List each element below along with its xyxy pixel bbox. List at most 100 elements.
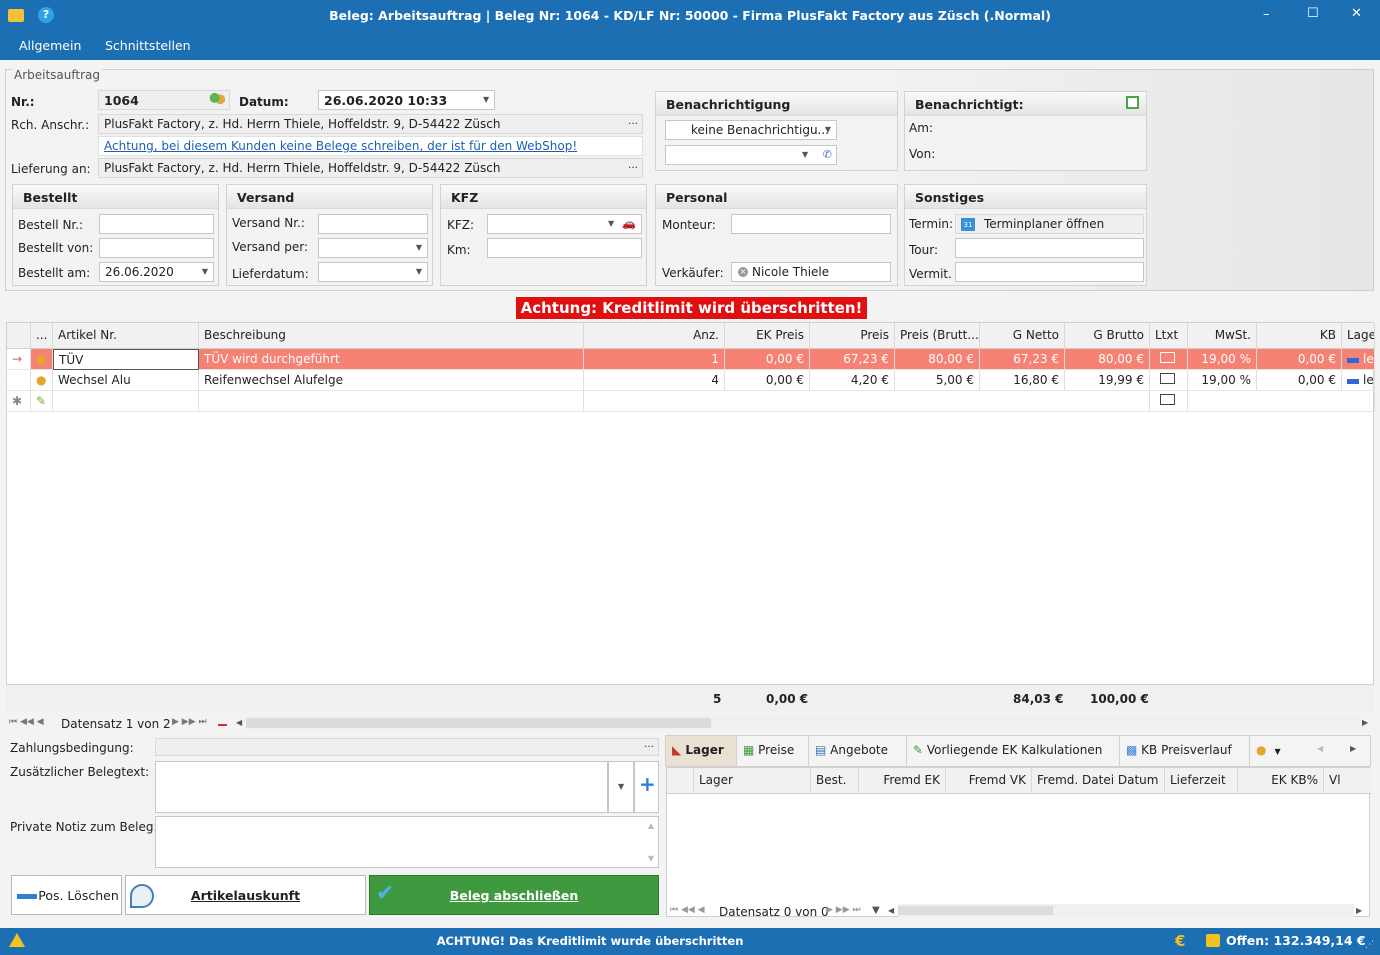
rch-more-icon[interactable]: … — [628, 116, 638, 127]
col-beschreibung[interactable]: Beschreibung — [199, 323, 584, 349]
table-row-kb[interactable]: 0,00 € — [1257, 370, 1342, 391]
col-lage[interactable]: Lage — [1342, 323, 1375, 349]
artikelauskunft-button[interactable]: Artikelauskunft — [125, 875, 366, 915]
table-row-mwst[interactable]: 19,00 % — [1188, 370, 1257, 391]
table-row-gbrutto[interactable]: 19,99 € — [1065, 370, 1150, 391]
table-row-kb[interactable]: 0,00 € — [1257, 349, 1342, 370]
lager-col-fremd-ek[interactable]: Fremd EK — [859, 768, 946, 794]
table-row-artikel[interactable]: Wechsel Alu — [53, 370, 199, 391]
tab-ek-kalkulationen[interactable]: ✎ Vorliegende EK Kalkulationen — [907, 736, 1120, 766]
vermit-field[interactable] — [955, 262, 1144, 282]
table-row-beschreibung[interactable]: TÜV wird durchgeführt — [199, 349, 584, 370]
table-row-mwst[interactable]: 19,00 % — [1188, 349, 1257, 370]
col-anz[interactable]: Anz. — [584, 323, 725, 349]
tab-scroll-right-icon[interactable]: ▶ — [1350, 744, 1356, 753]
zahlung-field[interactable]: … — [155, 738, 659, 756]
new-row-end[interactable] — [1188, 391, 1375, 412]
filter-icon[interactable]: ▼ — [872, 905, 880, 916]
phone-icon[interactable]: ✆ — [823, 148, 832, 161]
table-row-lage[interactable]: le — [1342, 370, 1375, 391]
menu-allgemein[interactable]: Allgemein — [19, 38, 81, 53]
scroll-right-icon[interactable]: ▶ — [1362, 718, 1368, 727]
lager-col-ek-kb[interactable]: EK KB% — [1238, 768, 1324, 794]
tab-more[interactable]: ● ▼ — [1250, 736, 1300, 766]
benachrichtigt-checkbox[interactable] — [1126, 96, 1139, 109]
col-preis-brutto[interactable]: Preis (Brutt... — [895, 323, 980, 349]
table-row-lage[interactable]: le — [1342, 349, 1375, 370]
zusatz-dropdown[interactable]: ▼ — [608, 761, 634, 813]
new-row-artikel[interactable] — [53, 391, 199, 412]
terminplaner-button[interactable]: 31 Terminplaner öffnen — [955, 214, 1144, 234]
col-kb[interactable]: KB — [1257, 323, 1342, 349]
table-row-gbrutto[interactable]: 80,00 € — [1065, 349, 1150, 370]
lieferdatum-field[interactable]: ▼ — [318, 262, 428, 282]
lager-col-fremd-vk[interactable]: Fremd VK — [946, 768, 1032, 794]
grid-navigator-first[interactable]: ⏮ ◀◀ ◀ — [9, 717, 44, 727]
webshop-warning-link[interactable]: Achtung, bei diesem Kunden keine Belege … — [98, 136, 643, 156]
table-row-beschreibung[interactable]: Reifenwechsel Alufelge — [199, 370, 584, 391]
lager-hscrollbar[interactable] — [898, 904, 1354, 917]
resize-grip-icon[interactable]: ⋰ — [1365, 940, 1374, 950]
pos-loeschen-button[interactable]: Pos. Löschen — [11, 875, 122, 915]
euro-icon[interactable]: € — [1175, 932, 1185, 950]
table-row-preis[interactable]: 67,23 € — [810, 349, 895, 370]
lager-scroll-right-icon[interactable]: ▶ — [1356, 906, 1362, 915]
col-ltxt[interactable]: Ltxt — [1150, 323, 1188, 349]
menu-schnittstellen[interactable]: Schnittstellen — [105, 38, 191, 53]
kfz-select[interactable]: ▼ 🚗 — [487, 214, 642, 234]
positions-grid[interactable]: ... Artikel Nr. Beschreibung Anz. EK Pre… — [6, 322, 1375, 702]
new-row-rest[interactable] — [584, 391, 1150, 412]
ltxt-icon[interactable] — [1150, 349, 1188, 370]
contacts-icon[interactable] — [209, 93, 225, 107]
col-mwst[interactable]: MwSt. — [1188, 323, 1257, 349]
ltxt-icon[interactable] — [1150, 391, 1188, 412]
tab-kb-preisverlauf[interactable]: ▩ KB Preisverlauf — [1120, 736, 1250, 766]
tab-lager[interactable]: ◣ Lager — [666, 736, 737, 766]
lager-navigator-first[interactable]: ⏮ ◀◀ ◀ — [670, 905, 705, 915]
more-icon[interactable]: … — [644, 739, 654, 750]
tab-preise[interactable]: ▦ Preise — [737, 736, 809, 766]
close-button[interactable]: ✕ — [1351, 6, 1362, 21]
scroll-left-icon[interactable]: ◀ — [236, 718, 242, 727]
table-row-ek[interactable]: 0,00 € — [725, 349, 810, 370]
bestellt-von-field[interactable] — [99, 238, 214, 258]
tab-scroll-left-icon[interactable]: ◀ — [1317, 744, 1323, 753]
col-ek-preis[interactable]: EK Preis — [725, 323, 810, 349]
benachrichtigung-contact-select[interactable]: ✆ ▼ — [665, 145, 837, 165]
benachrichtigung-select[interactable]: keine Benachrichtigu... ▼ — [665, 120, 837, 140]
notiz-textarea[interactable]: ▲ ▼ — [155, 816, 659, 868]
grid-hscrollbar[interactable] — [246, 716, 1364, 730]
table-row-anz[interactable]: 1 — [584, 349, 725, 370]
table-row-anz[interactable]: 4 — [584, 370, 725, 391]
versand-nr-field[interactable] — [318, 214, 428, 234]
table-row-artikel[interactable]: TÜV — [53, 349, 199, 370]
table-row-brutto[interactable]: 80,00 € — [895, 349, 980, 370]
bestell-nr-field[interactable] — [99, 214, 214, 234]
lager-col-best[interactable]: Best. — [811, 768, 859, 794]
verkaeufer-field[interactable]: × Nicole Thiele — [731, 262, 891, 282]
bestellt-am-field[interactable]: 26.06.2020 ▼ — [99, 262, 214, 282]
lager-col-vl[interactable]: Vl — [1324, 768, 1371, 794]
table-row-gnetto[interactable]: 67,23 € — [980, 349, 1065, 370]
scroll-up-icon[interactable]: ▲ — [648, 821, 654, 830]
rch-field[interactable]: PlusFakt Factory, z. Hd. Herrn Thiele, H… — [98, 114, 643, 134]
col-artikel-nr[interactable]: Artikel Nr. — [53, 323, 199, 349]
scroll-down-icon[interactable]: ▼ — [648, 854, 654, 863]
minimize-button[interactable]: – — [1263, 7, 1270, 22]
clear-icon[interactable]: × — [738, 267, 748, 277]
grid-navigator-next[interactable]: ▶ ▶▶ ⏭ — [172, 717, 207, 727]
lager-col-datum[interactable]: Fremd. Datei Datum — [1032, 768, 1165, 794]
lieferung-field[interactable]: PlusFakt Factory, z. Hd. Herrn Thiele, H… — [98, 158, 643, 178]
beleg-abschliessen-button[interactable]: ✔ Beleg abschließen — [369, 875, 659, 915]
new-row-beschreibung[interactable] — [199, 391, 584, 412]
lager-col-lieferzeit[interactable]: Lieferzeit — [1165, 768, 1238, 794]
table-row-preis[interactable]: 4,20 € — [810, 370, 895, 391]
lager-navigator-next[interactable]: ▶ ▶▶ ⏭ — [826, 905, 861, 915]
versand-per-select[interactable]: ▼ — [318, 238, 428, 258]
table-row-brutto[interactable]: 5,00 € — [895, 370, 980, 391]
lager-col-lager[interactable]: Lager — [694, 768, 811, 794]
car-icon[interactable]: 🚗 — [622, 217, 636, 230]
tour-field[interactable] — [955, 238, 1144, 258]
ltxt-icon[interactable] — [1150, 370, 1188, 391]
datum-dropdown-icon[interactable]: ▼ — [483, 95, 489, 104]
